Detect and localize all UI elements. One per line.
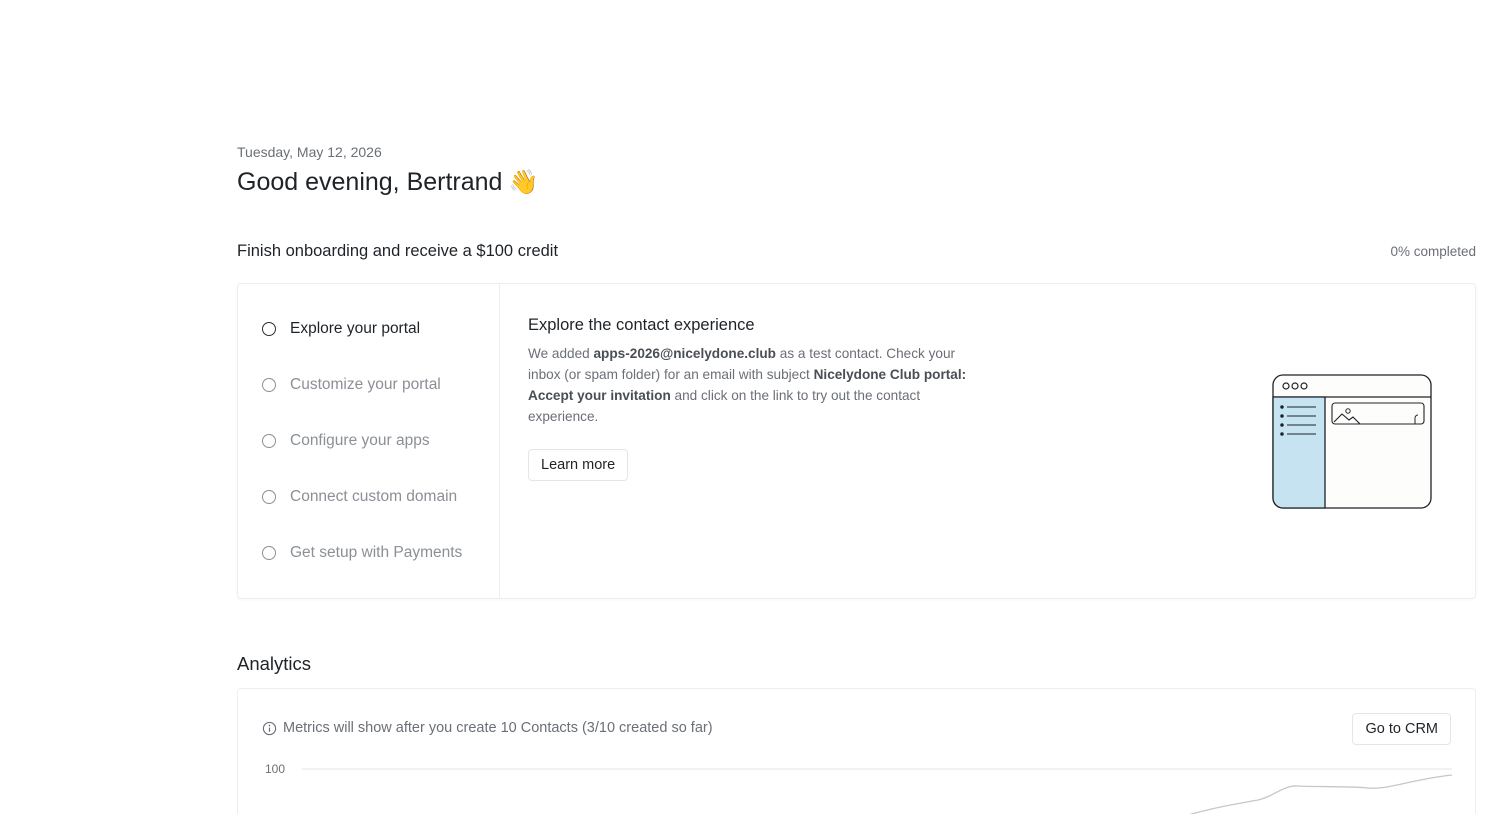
test-contact-email: apps-2026@nicelydone.club [593, 346, 776, 361]
greeting-text: Good evening, Bertrand [237, 168, 503, 196]
dashboard-page: Tuesday, May 12, 2026 Good evening, Bert… [0, 0, 1512, 814]
radio-icon [262, 490, 276, 504]
radio-icon [262, 546, 276, 560]
info-icon [262, 721, 277, 735]
portal-browser-illustration [1272, 374, 1432, 509]
step-label: Connect custom domain [290, 488, 458, 505]
detail-body: We added apps-2026@nicelydone.club as a … [528, 343, 988, 427]
detail-body-text: We added [528, 346, 594, 361]
step-detail: Explore the contact experience We added … [528, 316, 988, 481]
step-label: Configure your apps [290, 432, 430, 449]
step-label: Customize your portal [290, 376, 441, 393]
series-line [1189, 774, 1453, 814]
waving-hand-icon: 👋 [508, 168, 539, 196]
greeting-heading: Good evening, Bertrand 👋 [237, 168, 538, 197]
metrics-notice: Metrics will show after you create 10 Co… [262, 720, 713, 736]
go-to-crm-button[interactable]: Go to CRM [1352, 713, 1451, 745]
analytics-title: Analytics [237, 653, 312, 674]
step-connect-domain[interactable]: Connect custom domain [262, 488, 457, 506]
step-label: Explore your portal [290, 320, 421, 337]
step-explore-portal[interactable]: Explore your portal [262, 320, 420, 338]
y-tick-label: 100 [265, 762, 285, 776]
onboarding-steps: Explore your portal Customize your porta… [238, 284, 500, 598]
learn-more-button[interactable]: Learn more [528, 449, 629, 481]
step-payments-setup[interactable]: Get setup with Payments [262, 544, 462, 562]
step-configure-apps[interactable]: Configure your apps [262, 432, 430, 450]
radio-icon [262, 378, 276, 392]
onboarding-card: Explore your portal Customize your porta… [237, 283, 1476, 599]
radio-icon [262, 322, 276, 336]
analytics-chart: 100 [265, 762, 1453, 814]
analytics-card: Metrics will show after you create 10 Co… [237, 688, 1476, 814]
onboarding-title: Finish onboarding and receive a $100 cre… [237, 242, 559, 260]
step-customize-portal[interactable]: Customize your portal [262, 376, 441, 394]
metrics-notice-text: Metrics will show after you create 10 Co… [283, 720, 713, 736]
step-label: Get setup with Payments [290, 544, 463, 561]
onboarding-progress: 0% completed [1390, 244, 1476, 259]
radio-icon [262, 434, 276, 448]
detail-title: Explore the contact experience [528, 316, 755, 334]
current-date: Tuesday, May 12, 2026 [237, 144, 382, 160]
